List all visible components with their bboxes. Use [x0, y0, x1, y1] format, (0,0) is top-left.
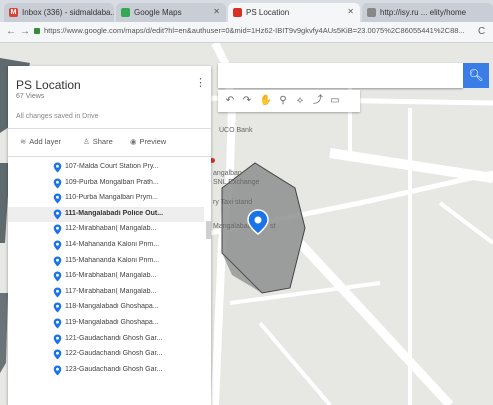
add-layer-label: Add layer [29, 137, 61, 146]
preview-button[interactable]: ◉ Preview [130, 137, 166, 146]
list-item-label: 118-Mangalabadi Ghoshapa... [65, 303, 159, 311]
pin-icon [53, 178, 62, 189]
location-pin-icon[interactable] [247, 209, 269, 235]
list-item[interactable]: 117-Mirabhaban( Mangalab... [8, 285, 204, 300]
browser-tab-strip: M Inbox (336) - sidmaldaba... Google Map… [0, 0, 493, 22]
list-item[interactable]: 119-Mangalabadi Ghoshapa... [8, 316, 204, 331]
tab-ps-location[interactable]: PS Location ✕ [228, 3, 360, 22]
layers-icon: ≋ [20, 137, 27, 146]
list-item-label: 111-Mangalabadi Police Out... [65, 209, 164, 217]
pin-icon [53, 349, 62, 360]
list-item-label: 119-Mangalabadi Ghoshapa... [65, 319, 159, 326]
save-status: All changes saved in Drive [16, 113, 99, 120]
back-icon[interactable]: ← [6, 26, 16, 37]
lock-icon [34, 28, 40, 34]
undo-icon[interactable]: ↶ [222, 93, 238, 109]
pin-icon [53, 240, 62, 251]
share-label: Share [92, 137, 113, 146]
map-label-post: st [270, 223, 276, 230]
list-item-label: 116-Mirabhaban( Mangalab... [65, 272, 157, 280]
more-options-icon[interactable]: ⋮ [195, 76, 206, 89]
list-item-label: 107-Malda Court Station Pry... [65, 163, 159, 170]
hand-icon[interactable]: ✋ [258, 93, 274, 109]
map-label-exchange: SNL Exchange [213, 179, 260, 186]
add-marker-icon[interactable]: ⚲ [275, 93, 291, 109]
scrollbar[interactable] [206, 221, 211, 239]
url-field[interactable]: https://www.google.com/maps/d/edit?hl=en… [44, 26, 464, 35]
divider [8, 156, 211, 157]
list-item-label: 117-Mirabhaban( Mangalab... [65, 287, 157, 295]
divider [8, 128, 211, 129]
pin-icon [53, 302, 62, 313]
list-item-label: 121-Gaudachandi Ghosh Gar... [65, 334, 163, 342]
list-item[interactable]: 110-Purba Mangalbari Prym... [8, 191, 204, 206]
list-item[interactable]: 115-Mahananda Kaloni Prim... [8, 254, 204, 269]
eye-icon: ◉ [130, 137, 137, 146]
close-icon[interactable]: ✕ [213, 7, 220, 16]
layers-panel: PS Location 67 Views ⋮ All changes saved… [8, 66, 211, 405]
draw-line-icon[interactable]: ⟡ [292, 93, 308, 109]
list-item-label: 110-Purba Mangalbari Prym... [65, 194, 158, 202]
gmail-icon: M [9, 8, 18, 17]
pin-icon [53, 256, 62, 267]
list-item[interactable]: 121-Gaudachandi Ghosh Gar... [8, 332, 204, 347]
list-item[interactable]: 111-Mangalabadi Police Out... [8, 206, 204, 222]
layer-items-list: 107-Malda Court Station Pry... 109-Purba … [8, 160, 211, 405]
search-icon: 🔍︎ [468, 68, 484, 82]
tab-title: Google Maps [134, 8, 182, 17]
tab-inbox[interactable]: M Inbox (336) - sidmaldaba... [4, 3, 114, 22]
view-count: 67 Views [16, 93, 45, 100]
pin-icon [53, 162, 62, 173]
pin-icon [53, 193, 62, 204]
list-item-label: 123-Gaudachandi Ghosh Gar... [65, 365, 163, 373]
list-item-label: 114-Mahananda Kaloni Prim... [65, 241, 160, 248]
pin-icon [53, 318, 62, 329]
tab-google-maps[interactable]: Google Maps ✕ [116, 3, 226, 22]
share-button[interactable]: ♙ Share [83, 137, 113, 146]
forward-icon[interactable]: → [20, 26, 30, 37]
tab-title: Inbox (336) - sidmaldaba... [22, 8, 114, 17]
panel-actions: ≋ Add layer ♙ Share ◉ Preview [8, 132, 211, 154]
maps-icon [121, 8, 130, 17]
tab-title: PS Location [246, 8, 290, 17]
list-item[interactable]: 109-Purba Mongalbari Prath... [8, 176, 204, 191]
search-button[interactable]: 🔍︎ [463, 63, 489, 88]
list-item[interactable]: 114-Mahananda Kaloni Prim... [8, 238, 204, 253]
map-toolbar: ↶ ↷ ✋ ⚲ ⟡ ⤴ ▭ [218, 90, 360, 112]
list-item[interactable]: 122-Gaudachandi Ghosh Gar... [8, 347, 204, 362]
my-maps-icon [233, 8, 242, 17]
measure-icon[interactable]: ▭ [327, 93, 343, 109]
preview-label: Preview [139, 137, 167, 146]
map-label-mangalban: angalban [213, 170, 242, 177]
list-item-label: 115-Mahananda Kaloni Prim... [65, 256, 160, 264]
tab-title: http://isy.ru ... elity/home [380, 8, 467, 17]
list-item[interactable]: 118-Mangalabadi Ghoshapa... [8, 300, 204, 315]
list-item[interactable]: 123-Gaudachandi Ghosh Gar... [8, 363, 204, 378]
list-item-label: 112-Mirabhaban( Mangalab... [65, 225, 157, 233]
pin-icon [53, 365, 62, 376]
list-item[interactable]: 112-Mirabhaban( Mangalab... [8, 222, 204, 237]
pin-icon [53, 334, 62, 345]
list-item[interactable]: 107-Malda Court Station Pry... [8, 160, 204, 175]
list-item-label: 109-Purba Mongalbari Prath... [65, 178, 159, 186]
close-icon[interactable]: ✕ [347, 7, 354, 16]
list-item[interactable]: 116-Mirabhaban( Mangalab... [8, 269, 204, 284]
add-person-icon: ♙ [83, 137, 90, 146]
add-layer-button[interactable]: ≋ Add layer [20, 137, 61, 146]
page-icon [367, 8, 376, 17]
directions-icon[interactable]: ⤴ [310, 93, 326, 109]
reload-icon[interactable]: C [478, 26, 485, 37]
map-search-input[interactable] [218, 63, 463, 88]
map-label-uco-bank: UCO Bank [219, 127, 253, 134]
pin-icon [53, 209, 62, 220]
map-title[interactable]: PS Location [16, 78, 81, 92]
redo-icon[interactable]: ↷ [239, 93, 255, 109]
pin-icon [53, 287, 62, 298]
tab-isy[interactable]: http://isy.ru ... elity/home [362, 3, 493, 22]
pin-icon [53, 271, 62, 282]
pin-icon [53, 224, 62, 235]
map-label-taxi-stand: ry Taxi stand [213, 199, 253, 206]
address-bar: ← → https://www.google.com/maps/d/edit?h… [0, 22, 493, 43]
list-item-label: 122-Gaudachandi Ghosh Gar... [65, 350, 163, 358]
